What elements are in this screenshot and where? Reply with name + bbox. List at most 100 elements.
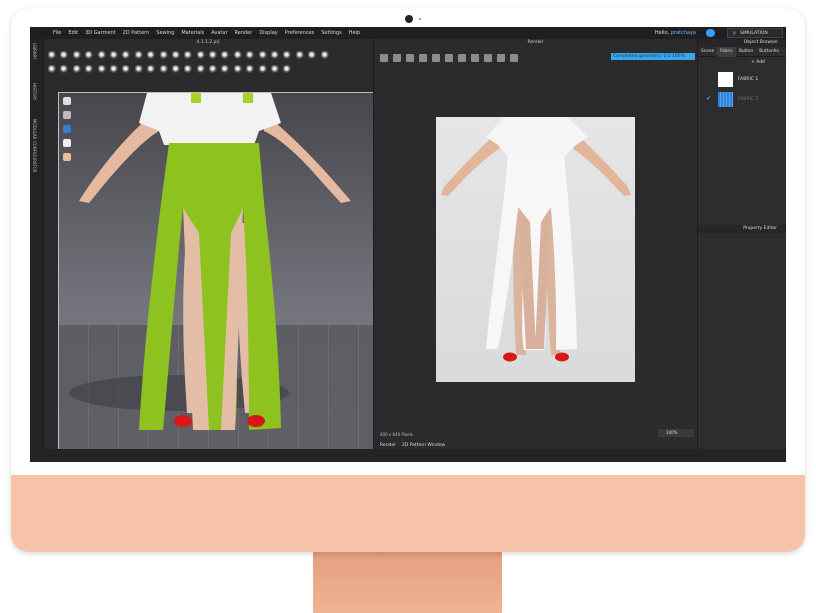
tab-button[interactable]: Button xyxy=(736,49,756,54)
pattern-view-icon[interactable] xyxy=(63,139,71,147)
drape-tool-icon[interactable] xyxy=(159,64,169,74)
file-title: 4.1.1.2.prj xyxy=(196,40,220,45)
render-title: Render xyxy=(527,40,544,45)
graphic-tool-icon[interactable] xyxy=(271,50,281,60)
line-tool-icon[interactable] xyxy=(97,64,107,74)
freeze-tool-icon[interactable] xyxy=(196,64,206,74)
pin-tool-icon[interactable] xyxy=(122,50,132,60)
object-browser-tabs: Scene Fabric Button Buttonho xyxy=(698,46,786,57)
pleat-tool-icon[interactable] xyxy=(134,64,144,74)
strength-tool-icon[interactable] xyxy=(171,64,181,74)
skin-view-icon[interactable] xyxy=(63,153,71,161)
button-tool-icon[interactable] xyxy=(209,50,219,60)
tab-modular-configurator[interactable]: MODULAR CONFIGURATOR xyxy=(32,119,37,173)
arrange-tool-icon[interactable] xyxy=(60,64,70,74)
menu-edit[interactable]: Edit xyxy=(68,30,78,36)
topstitch-tool-icon[interactable] xyxy=(184,50,194,60)
sphere-tool-icon[interactable] xyxy=(308,50,318,60)
brush-tool-icon[interactable] xyxy=(283,50,293,60)
user-name[interactable]: pratchaya xyxy=(671,30,696,36)
render-batch-icon[interactable] xyxy=(432,54,440,62)
tab-render[interactable]: Render xyxy=(380,443,396,448)
zoom-select[interactable]: 100% xyxy=(658,429,694,437)
lasso-tool-icon[interactable] xyxy=(295,50,305,60)
camera-icon xyxy=(405,15,413,23)
tab-2d-pattern-window[interactable]: 2D Pattern Window xyxy=(402,443,445,448)
tack-tool-icon[interactable] xyxy=(147,50,157,60)
select-tool-icon[interactable] xyxy=(48,50,57,60)
tab-buttonhole[interactable]: Buttonho xyxy=(756,49,782,54)
menu-preferences[interactable]: Preferences xyxy=(285,30,314,36)
fit-tool-icon[interactable] xyxy=(246,64,256,74)
trim-tool-icon[interactable] xyxy=(246,50,256,60)
fabric-list-item[interactable]: FABRIC 1 xyxy=(698,69,786,89)
options-tool-icon[interactable] xyxy=(283,64,293,74)
menu-3d-garment[interactable]: 3D Garment xyxy=(85,30,116,36)
simulation-label: SIMULATION xyxy=(740,30,768,36)
puckering-tool-icon[interactable] xyxy=(196,50,206,60)
menu-help[interactable]: Help xyxy=(349,30,360,36)
menu-sewing[interactable]: Sewing xyxy=(156,30,174,36)
point-tool-icon[interactable] xyxy=(85,64,95,74)
tab-scene[interactable]: Scene xyxy=(698,49,717,54)
pressure-tool-icon[interactable] xyxy=(184,64,194,74)
render-save-icon[interactable] xyxy=(419,54,427,62)
render-turntable-icon[interactable] xyxy=(445,54,453,62)
scale-tool-icon[interactable] xyxy=(97,50,107,60)
object-browser-panel: Object Browser Scene Fabric Button Butto… xyxy=(697,39,786,449)
render-stop-icon[interactable] xyxy=(406,54,414,62)
reset-tool-icon[interactable] xyxy=(233,64,243,74)
simulation-button[interactable]: ✕ SIMULATION xyxy=(727,28,783,38)
avatar-view-icon[interactable] xyxy=(63,97,71,105)
render-crop-icon[interactable] xyxy=(471,54,479,62)
render-start-icon[interactable] xyxy=(380,54,388,62)
tab-library[interactable]: LIBRARY xyxy=(32,43,37,59)
menu-display[interactable]: Display xyxy=(259,30,277,36)
measure-tool-icon[interactable] xyxy=(159,50,169,60)
render-size-label: 400 x 640 Pixels xyxy=(380,432,413,437)
tab-fabric[interactable]: Fabric xyxy=(717,46,736,57)
render-video-icon[interactable] xyxy=(393,54,401,62)
curve-tool-icon[interactable] xyxy=(109,64,119,74)
menu-2d-pattern[interactable]: 2D Pattern xyxy=(123,30,150,36)
menu-avatar[interactable]: Avatar xyxy=(211,30,227,36)
fabric-view-icon[interactable] xyxy=(63,125,71,133)
tab-history[interactable]: HISTORY xyxy=(32,83,37,100)
3d-toolbar-row-2 xyxy=(48,63,296,75)
tape-tool-icon[interactable] xyxy=(233,50,243,60)
shirring-tool-icon[interactable] xyxy=(147,64,157,74)
layer-tool-icon[interactable] xyxy=(221,64,231,74)
render-camera-icon[interactable] xyxy=(458,54,466,62)
stitch-tool-icon[interactable] xyxy=(320,50,330,60)
menu-render[interactable]: Render xyxy=(235,30,253,36)
3d-viewport[interactable] xyxy=(58,92,381,450)
seam-tool-icon[interactable] xyxy=(171,50,181,60)
add-fabric-button[interactable]: + Add xyxy=(698,57,786,69)
cloud-icon[interactable] xyxy=(706,29,715,37)
simulation-icon: ✕ xyxy=(732,29,738,37)
property-editor-title: Property Editor xyxy=(698,225,786,233)
record-tool-icon[interactable] xyxy=(271,64,281,74)
move-tool-icon[interactable] xyxy=(60,50,70,60)
render-setting-icon[interactable] xyxy=(497,54,505,62)
left-tab-strip: LIBRARY HISTORY MODULAR CONFIGURATOR xyxy=(30,39,44,449)
avatar-tool-icon[interactable] xyxy=(48,64,57,74)
zipper-tool-icon[interactable] xyxy=(221,50,231,60)
box-select-icon[interactable] xyxy=(85,50,95,60)
texture-tool-icon[interactable] xyxy=(258,50,268,60)
cut-tool-icon[interactable] xyxy=(122,64,132,74)
solidify-tool-icon[interactable] xyxy=(209,64,219,74)
render-image-icon[interactable] xyxy=(510,54,518,62)
render-light-icon[interactable] xyxy=(484,54,492,62)
fabric-swatch xyxy=(718,92,733,107)
garment-view-icon[interactable] xyxy=(63,111,71,119)
transform-tool-icon[interactable] xyxy=(72,50,82,60)
fabric-tool-icon[interactable] xyxy=(258,64,268,74)
menu-materials[interactable]: Materials xyxy=(181,30,204,36)
rotate-tool-icon[interactable] xyxy=(109,50,119,60)
menu-file[interactable]: File xyxy=(53,30,61,36)
fold-tool-icon[interactable] xyxy=(134,50,144,60)
menu-settings[interactable]: Settings xyxy=(321,30,342,36)
fabric-list-item[interactable]: ✔ FABRIC 2 xyxy=(698,89,786,109)
flip-tool-icon[interactable] xyxy=(72,64,82,74)
